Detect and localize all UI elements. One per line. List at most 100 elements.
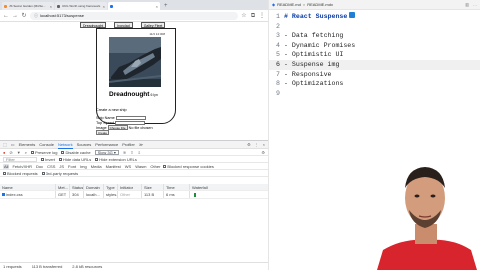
close-icon[interactable]: × [103,4,105,9]
ship-name-input[interactable] [115,115,146,120]
hide-data-urls-label: Hide data URLs [63,156,92,162]
back-icon[interactable]: ← [3,12,9,20]
address-bar[interactable]: ⓘ localhost:5173/suspense [30,11,238,20]
editor-tab-title: README.mdx [307,2,333,7]
forward-icon[interactable]: → [12,12,18,20]
extensions-icon[interactable]: ⧉ [250,12,256,20]
blocked-requests-checkbox[interactable]: Blocked requests [3,171,38,176]
filter-icon[interactable]: ▼ [17,150,21,155]
browser-tab[interactable]: JS Secret Garden (MicSo... × [2,2,54,10]
throttle-select[interactable]: Slow 3G ▾ [94,149,119,155]
filter-input[interactable]: Filter [3,156,37,162]
tab-profiler[interactable]: Profiler [122,141,135,148]
browser-toolbar: ← → ↻ ⓘ localhost:5173/suspense ☆ ⧉ ⋮ [0,10,268,22]
code-line: 7 - Responsive [269,70,480,80]
close-icon[interactable]: × [50,4,52,9]
col-name[interactable]: Name [0,184,56,190]
type-js[interactable]: JS [58,164,65,169]
preserve-log-checkbox[interactable]: Preserve log [31,150,57,155]
type-doc[interactable]: Doc [35,164,44,169]
close-icon[interactable]: × [263,142,265,147]
split-editor-icon[interactable]: ▥ [465,2,469,7]
type-wasm[interactable]: Wasm [134,164,147,169]
type-all[interactable]: All [3,163,10,169]
tab-network[interactable]: Network [57,141,73,149]
type-manifest[interactable]: Manifest [105,164,122,169]
col-time[interactable]: Time [164,184,190,190]
no-file-text: No file chosen [128,125,153,130]
row-type: styles... [106,191,118,198]
settings-icon[interactable]: ⚙ [261,150,265,155]
col-size[interactable]: Size [142,184,164,190]
disable-cache-checkbox[interactable]: Disable cache [61,150,91,155]
code-line: 1 # React Suspense [269,12,480,22]
invert-checkbox[interactable]: Invert [41,157,55,162]
download-icon[interactable]: ⇩ [138,150,141,155]
more-icon[interactable]: ⋮ [255,142,259,147]
clear-icon[interactable]: ⊘ [9,150,12,155]
search-icon[interactable]: ⌕ [25,150,27,155]
type-media[interactable]: Media [90,164,103,169]
editor-tab-readme-mdx[interactable]: README.mdx [307,2,333,7]
settings-icon[interactable]: ⚙ [247,142,251,147]
col-status[interactable]: Status [70,184,84,190]
ship-card-date: 11/4 12:008 [149,32,165,36]
star-icon[interactable]: ☆ [241,12,247,20]
inspect-icon[interactable]: ⬚ [3,142,7,147]
reload-icon[interactable]: ↻ [21,12,27,20]
more-tabs[interactable]: ≫ [139,141,143,148]
line-number: 6 [276,60,280,68]
tab-performance[interactable]: Performance [95,141,118,148]
menu-icon[interactable]: ⋮ [259,12,265,20]
type-font[interactable]: Font [67,164,77,169]
browser-tab-title: UKG Worth using framework... [62,4,101,8]
browser-tab[interactable]: UKG Worth using framework... × [55,2,107,10]
hide-data-urls-checkbox[interactable]: Hide data URLs [59,157,91,162]
presenter-illustration [373,158,480,270]
tab-console[interactable]: Console [39,141,54,148]
address-text: localhost:5173/suspense [40,13,85,18]
type-img[interactable]: Img [79,164,88,169]
devtools-actions: ⚙ ⋮ × [247,142,265,147]
top-speed-input[interactable] [115,120,146,125]
code-line: 2 [269,22,480,32]
form-row-image: Image Choose File No file chosen [96,125,153,130]
type-other[interactable]: Other [149,164,161,169]
row-domain: localh... [84,191,104,198]
col-waterfall[interactable]: Waterfall [190,184,268,190]
editor-tab-readme-md[interactable]: ◆ README.md × [272,2,305,7]
new-tab-icon[interactable]: + [161,2,171,10]
code-area[interactable]: 1 # React Suspense 2 3 - Data fetching 4 - … [269,12,480,98]
col-initiator[interactable]: Initiator [118,184,142,190]
wifi-icon[interactable]: ≋ [123,150,126,155]
col-type[interactable]: Type [104,184,118,190]
record-icon[interactable]: ● [3,150,5,155]
device-icon[interactable]: ▭ [11,142,15,147]
upload-icon[interactable]: ⇧ [130,150,133,155]
type-fetch-xhr[interactable]: Fetch/XHR [11,164,33,169]
code-line: 4 - Dynamic Promises [269,41,480,51]
blocked-row: Blocked requests 3rd-party requests [0,170,268,177]
tab-sources[interactable]: Sources [77,141,92,148]
info-icon[interactable]: ⓘ [34,13,38,19]
table-row[interactable]: index.css GET 304 localh... styles... Ot… [0,191,268,199]
col-method[interactable]: Met... [56,184,70,190]
col-domain[interactable]: Domain [84,184,104,190]
line-number: 1 [276,13,280,20]
create-button[interactable]: Create [96,130,110,135]
blocked-response-cookies-checkbox[interactable]: Blocked response cookies [163,164,214,169]
type-ws[interactable]: WS [124,164,132,169]
type-css[interactable]: CSS [46,164,56,169]
line-text: # React Suspense [284,13,348,20]
third-party-checkbox[interactable]: 3rd-party requests [41,170,79,176]
browser-tab-bar: JS Secret Garden (MicSo... × UKG Worth u… [0,0,268,10]
more-icon[interactable]: … [473,2,477,7]
tab-elements[interactable]: Elements [19,141,36,148]
browser-tab-active[interactable]: × [108,2,160,10]
hide-extension-urls-checkbox[interactable]: Hide extension URLs [95,157,137,162]
line-number: 8 [276,80,280,88]
third-party-label: 3rd-party requests [45,170,79,176]
choose-file-button[interactable]: Choose File [107,125,128,130]
close-icon[interactable]: × [156,4,158,9]
close-icon[interactable]: × [303,2,305,7]
